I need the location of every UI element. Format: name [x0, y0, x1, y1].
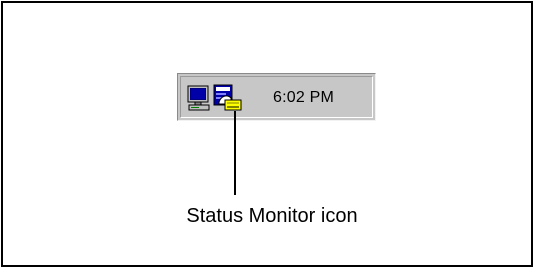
- callout-leader-line: [234, 111, 236, 195]
- status-monitor-icon[interactable]: [213, 84, 243, 114]
- callout-label: Status Monitor icon: [186, 205, 358, 227]
- taskbar-clock[interactable]: 6:02 PM: [273, 89, 334, 107]
- computer-monitor-icon[interactable]: [187, 84, 213, 114]
- system-tray-inset: 6:02 PM: [180, 76, 373, 118]
- illustration-frame: 6:02 PM Status Monitor icon: [1, 1, 533, 267]
- system-tray: 6:02 PM: [177, 73, 376, 121]
